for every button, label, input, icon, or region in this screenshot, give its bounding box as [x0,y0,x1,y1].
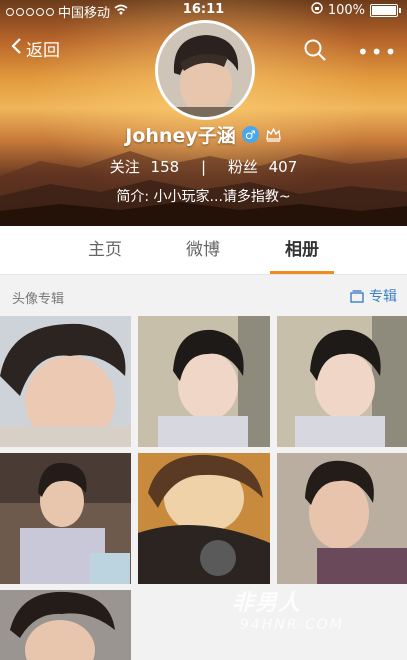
back-button[interactable]: 返回 [10,36,60,61]
album-icon [350,289,364,303]
user-name: Johney子涵 [125,125,236,147]
profile-tabs: 主页 微博 相册 [0,226,407,275]
male-gender-icon: ♂ [241,126,259,143]
profile-header: 中国移动 16:11 100% 返回 ••• Johney子涵 ♂ 关注 158… [0,0,407,226]
stats-separator: | [200,158,207,176]
photo-thumbnail[interactable] [138,316,270,447]
battery-cap [399,7,401,13]
back-label: 返回 [26,41,60,61]
follow-stats: 关注 158 | 粉丝 407 [0,156,407,177]
active-tab-indicator [270,271,334,274]
album-section-title: 头像专辑 [12,292,65,307]
photo-image [0,590,131,660]
status-bar: 中国移动 16:11 100% [0,0,407,21]
search-icon [304,39,326,61]
photo-thumbnail[interactable] [277,316,407,447]
avatar-photo [158,23,252,117]
photo-image [277,453,407,584]
chevron-left-icon [10,37,22,60]
tab-home[interactable]: 主页 [70,226,140,274]
photo-image [0,316,131,447]
more-button[interactable]: ••• [357,40,398,64]
followers-count[interactable]: 407 [269,158,298,176]
name-row: Johney子涵 ♂ [0,121,407,148]
battery-icon [370,3,398,17]
photo-thumbnail[interactable] [0,316,131,447]
photo-thumbnail[interactable] [277,453,407,584]
following-count[interactable]: 158 [151,158,180,176]
avatar[interactable] [155,20,255,120]
album-button-label: 专辑 [369,289,397,305]
photo-thumbnail[interactable] [0,590,131,660]
album-section-header: 头像专辑 专辑 [0,275,407,315]
following-label[interactable]: 关注 [110,158,140,176]
photo-image [0,453,131,584]
battery-percent: 100% [327,2,365,18]
crown-icon[interactable] [265,126,282,143]
album-button[interactable]: 专辑 [350,286,397,306]
watermark-url: 94HNR·COM [240,617,344,633]
status-right: 100% [311,2,401,18]
photo-image [277,316,407,447]
watermark-logo: 非男人 [232,591,302,616]
search-button[interactable] [303,38,327,66]
profile-intro: 简介: 小小玩家...请多指教~ [116,189,291,205]
rotation-lock-icon [311,2,323,18]
photo-image [138,316,270,447]
photo-thumbnail[interactable] [138,453,270,584]
photo-image [138,453,270,584]
photo-thumbnail[interactable] [0,453,131,584]
followers-label[interactable]: 粉丝 [228,158,258,176]
tab-weibo[interactable]: 微博 [168,226,238,274]
tab-album[interactable]: 相册 [267,226,337,274]
